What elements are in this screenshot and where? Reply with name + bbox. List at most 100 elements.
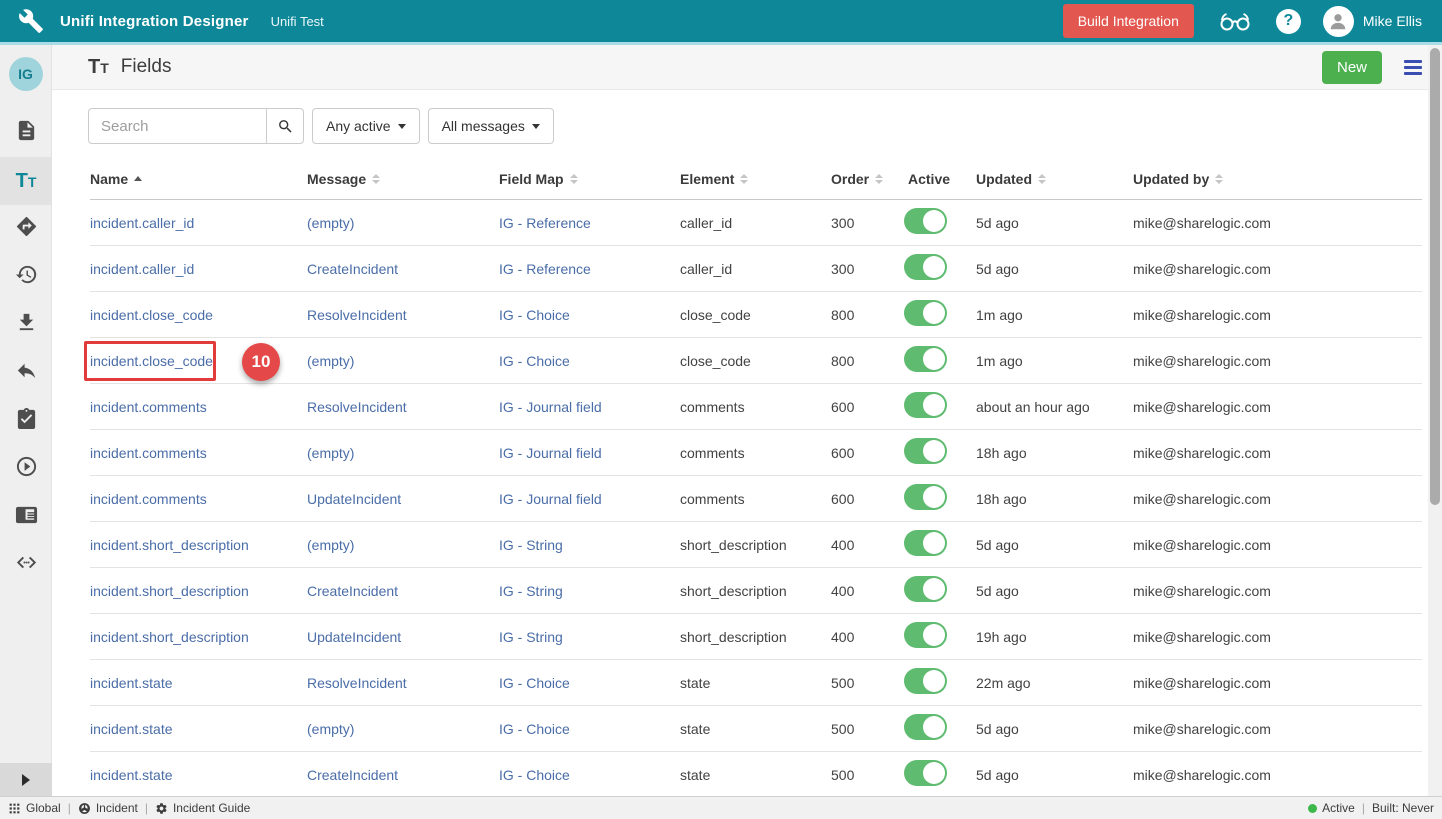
column-header-updated[interactable]: Updated [976, 171, 1133, 187]
field-map-link[interactable]: IG - Choice [499, 307, 570, 323]
field-name-link[interactable]: incident.caller_id [90, 215, 194, 231]
field-map-link[interactable]: IG - Journal field [499, 399, 602, 415]
sidebar-item-code[interactable] [0, 541, 52, 589]
guide-indicator[interactable]: Incident Guide [155, 801, 250, 815]
process-indicator[interactable]: Incident [78, 801, 138, 815]
message-link[interactable]: ResolveIncident [307, 399, 407, 415]
field-map-link[interactable]: IG - String [499, 583, 563, 599]
message-link[interactable]: CreateIncident [307, 583, 398, 599]
updated-by-value: mike@sharelogic.com [1133, 445, 1422, 461]
integration-name[interactable]: Unifi Test [271, 14, 324, 29]
message-link[interactable]: CreateIncident [307, 767, 398, 783]
message-link[interactable]: ResolveIncident [307, 675, 407, 691]
message-link[interactable]: (empty) [307, 537, 354, 553]
field-map-link[interactable]: IG - String [499, 537, 563, 553]
search-input[interactable] [88, 108, 266, 144]
active-toggle[interactable] [904, 530, 947, 556]
order-value: 600 [831, 491, 908, 507]
active-toggle[interactable] [904, 714, 947, 740]
search-button[interactable] [266, 108, 304, 144]
scope-indicator[interactable]: Global [8, 801, 61, 815]
active-filter-dropdown[interactable]: Any active [312, 108, 420, 144]
sidebar-item-documents[interactable] [0, 109, 52, 157]
field-name-link[interactable]: incident.short_description [90, 629, 249, 645]
message-link[interactable]: UpdateIncident [307, 491, 401, 507]
sidebar-item-history[interactable] [0, 253, 52, 301]
field-name-link[interactable]: incident.state [90, 721, 173, 737]
message-filter-dropdown[interactable]: All messages [428, 108, 554, 144]
preview-glasses-icon[interactable] [1218, 10, 1252, 32]
page-header: TT Fields New [52, 45, 1442, 90]
build-integration-button[interactable]: Build Integration [1063, 4, 1194, 38]
hamburger-menu-icon[interactable] [1404, 60, 1422, 75]
field-name-link[interactable]: incident.comments [90, 491, 207, 507]
sidebar-item-tasks[interactable] [0, 397, 52, 445]
element-value: comments [680, 399, 831, 415]
sidebar-expand-button[interactable] [0, 763, 52, 796]
sidebar-item-field-maps[interactable] [0, 205, 52, 253]
active-toggle[interactable] [904, 576, 947, 602]
table-row: incident.close_code ResolveIncident IG - C… [90, 292, 1422, 338]
field-map-link[interactable]: IG - Choice [499, 767, 570, 783]
active-toggle[interactable] [904, 392, 947, 418]
message-link[interactable]: (empty) [307, 215, 354, 231]
table-row: incident.comments UpdateIncident IG - Jour… [90, 476, 1422, 522]
field-map-link[interactable]: IG - Choice [499, 675, 570, 691]
field-name-link[interactable]: incident.state [90, 675, 173, 691]
active-toggle[interactable] [904, 346, 947, 372]
column-header-message[interactable]: Message [307, 171, 499, 187]
field-map-link[interactable]: IG - Reference [499, 215, 591, 231]
gear-icon [155, 802, 168, 815]
field-name-link[interactable]: incident.close_code [90, 353, 213, 369]
active-toggle[interactable] [904, 668, 947, 694]
active-toggle[interactable] [904, 484, 947, 510]
element-value: caller_id [680, 215, 831, 231]
column-header-updated-by[interactable]: Updated by [1133, 171, 1422, 187]
message-link[interactable]: (empty) [307, 445, 354, 461]
field-name-link[interactable]: incident.short_description [90, 537, 249, 553]
order-value: 400 [831, 537, 908, 553]
sidebar-item-response[interactable] [0, 349, 52, 397]
message-link[interactable]: CreateIncident [307, 261, 398, 277]
updated-by-value: mike@sharelogic.com [1133, 767, 1422, 783]
sidebar-item-documentation[interactable] [0, 493, 52, 541]
field-map-link[interactable]: IG - Reference [499, 261, 591, 277]
active-toggle[interactable] [904, 254, 947, 280]
active-toggle[interactable] [904, 760, 947, 786]
field-map-link[interactable]: IG - Journal field [499, 491, 602, 507]
table-row: incident.caller_id (empty) IG - Reference c… [90, 200, 1422, 246]
column-header-element[interactable]: Element [680, 171, 831, 187]
message-link[interactable]: ResolveIncident [307, 307, 407, 323]
top-header: Unifi Integration Designer Unifi Test Bu… [0, 0, 1442, 45]
field-name-link[interactable]: incident.comments [90, 445, 207, 461]
column-header-name[interactable]: Name [90, 171, 307, 187]
column-header-order[interactable]: Order [831, 171, 908, 187]
sidebar-item-run[interactable] [0, 445, 52, 493]
field-map-link[interactable]: IG - Choice [499, 353, 570, 369]
sidebar-item-fields[interactable]: TT [0, 157, 52, 205]
sidebar-item-download[interactable] [0, 301, 52, 349]
field-name-link[interactable]: incident.short_description [90, 583, 249, 599]
updated-by-value: mike@sharelogic.com [1133, 215, 1422, 231]
active-toggle[interactable] [904, 208, 947, 234]
message-link[interactable]: (empty) [307, 721, 354, 737]
message-link[interactable]: UpdateIncident [307, 629, 401, 645]
column-header-field-map[interactable]: Field Map [499, 171, 680, 187]
field-map-link[interactable]: IG - Journal field [499, 445, 602, 461]
field-name-link[interactable]: incident.close_code [90, 307, 213, 323]
user-menu[interactable]: Mike Ellis [1323, 6, 1422, 37]
scrollbar-thumb[interactable] [1430, 48, 1440, 505]
active-toggle[interactable] [904, 300, 947, 326]
help-icon[interactable]: ? [1276, 9, 1301, 34]
field-map-link[interactable]: IG - String [499, 629, 563, 645]
field-name-link[interactable]: incident.caller_id [90, 261, 194, 277]
message-link[interactable]: (empty) [307, 353, 354, 369]
new-button[interactable]: New [1322, 51, 1382, 84]
field-name-link[interactable]: incident.state [90, 767, 173, 783]
vertical-scrollbar[interactable] [1428, 45, 1442, 796]
field-map-link[interactable]: IG - Choice [499, 721, 570, 737]
field-name-link[interactable]: incident.comments [90, 399, 207, 415]
active-toggle[interactable] [904, 622, 947, 648]
active-toggle[interactable] [904, 438, 947, 464]
integration-avatar[interactable]: IG [9, 57, 43, 91]
